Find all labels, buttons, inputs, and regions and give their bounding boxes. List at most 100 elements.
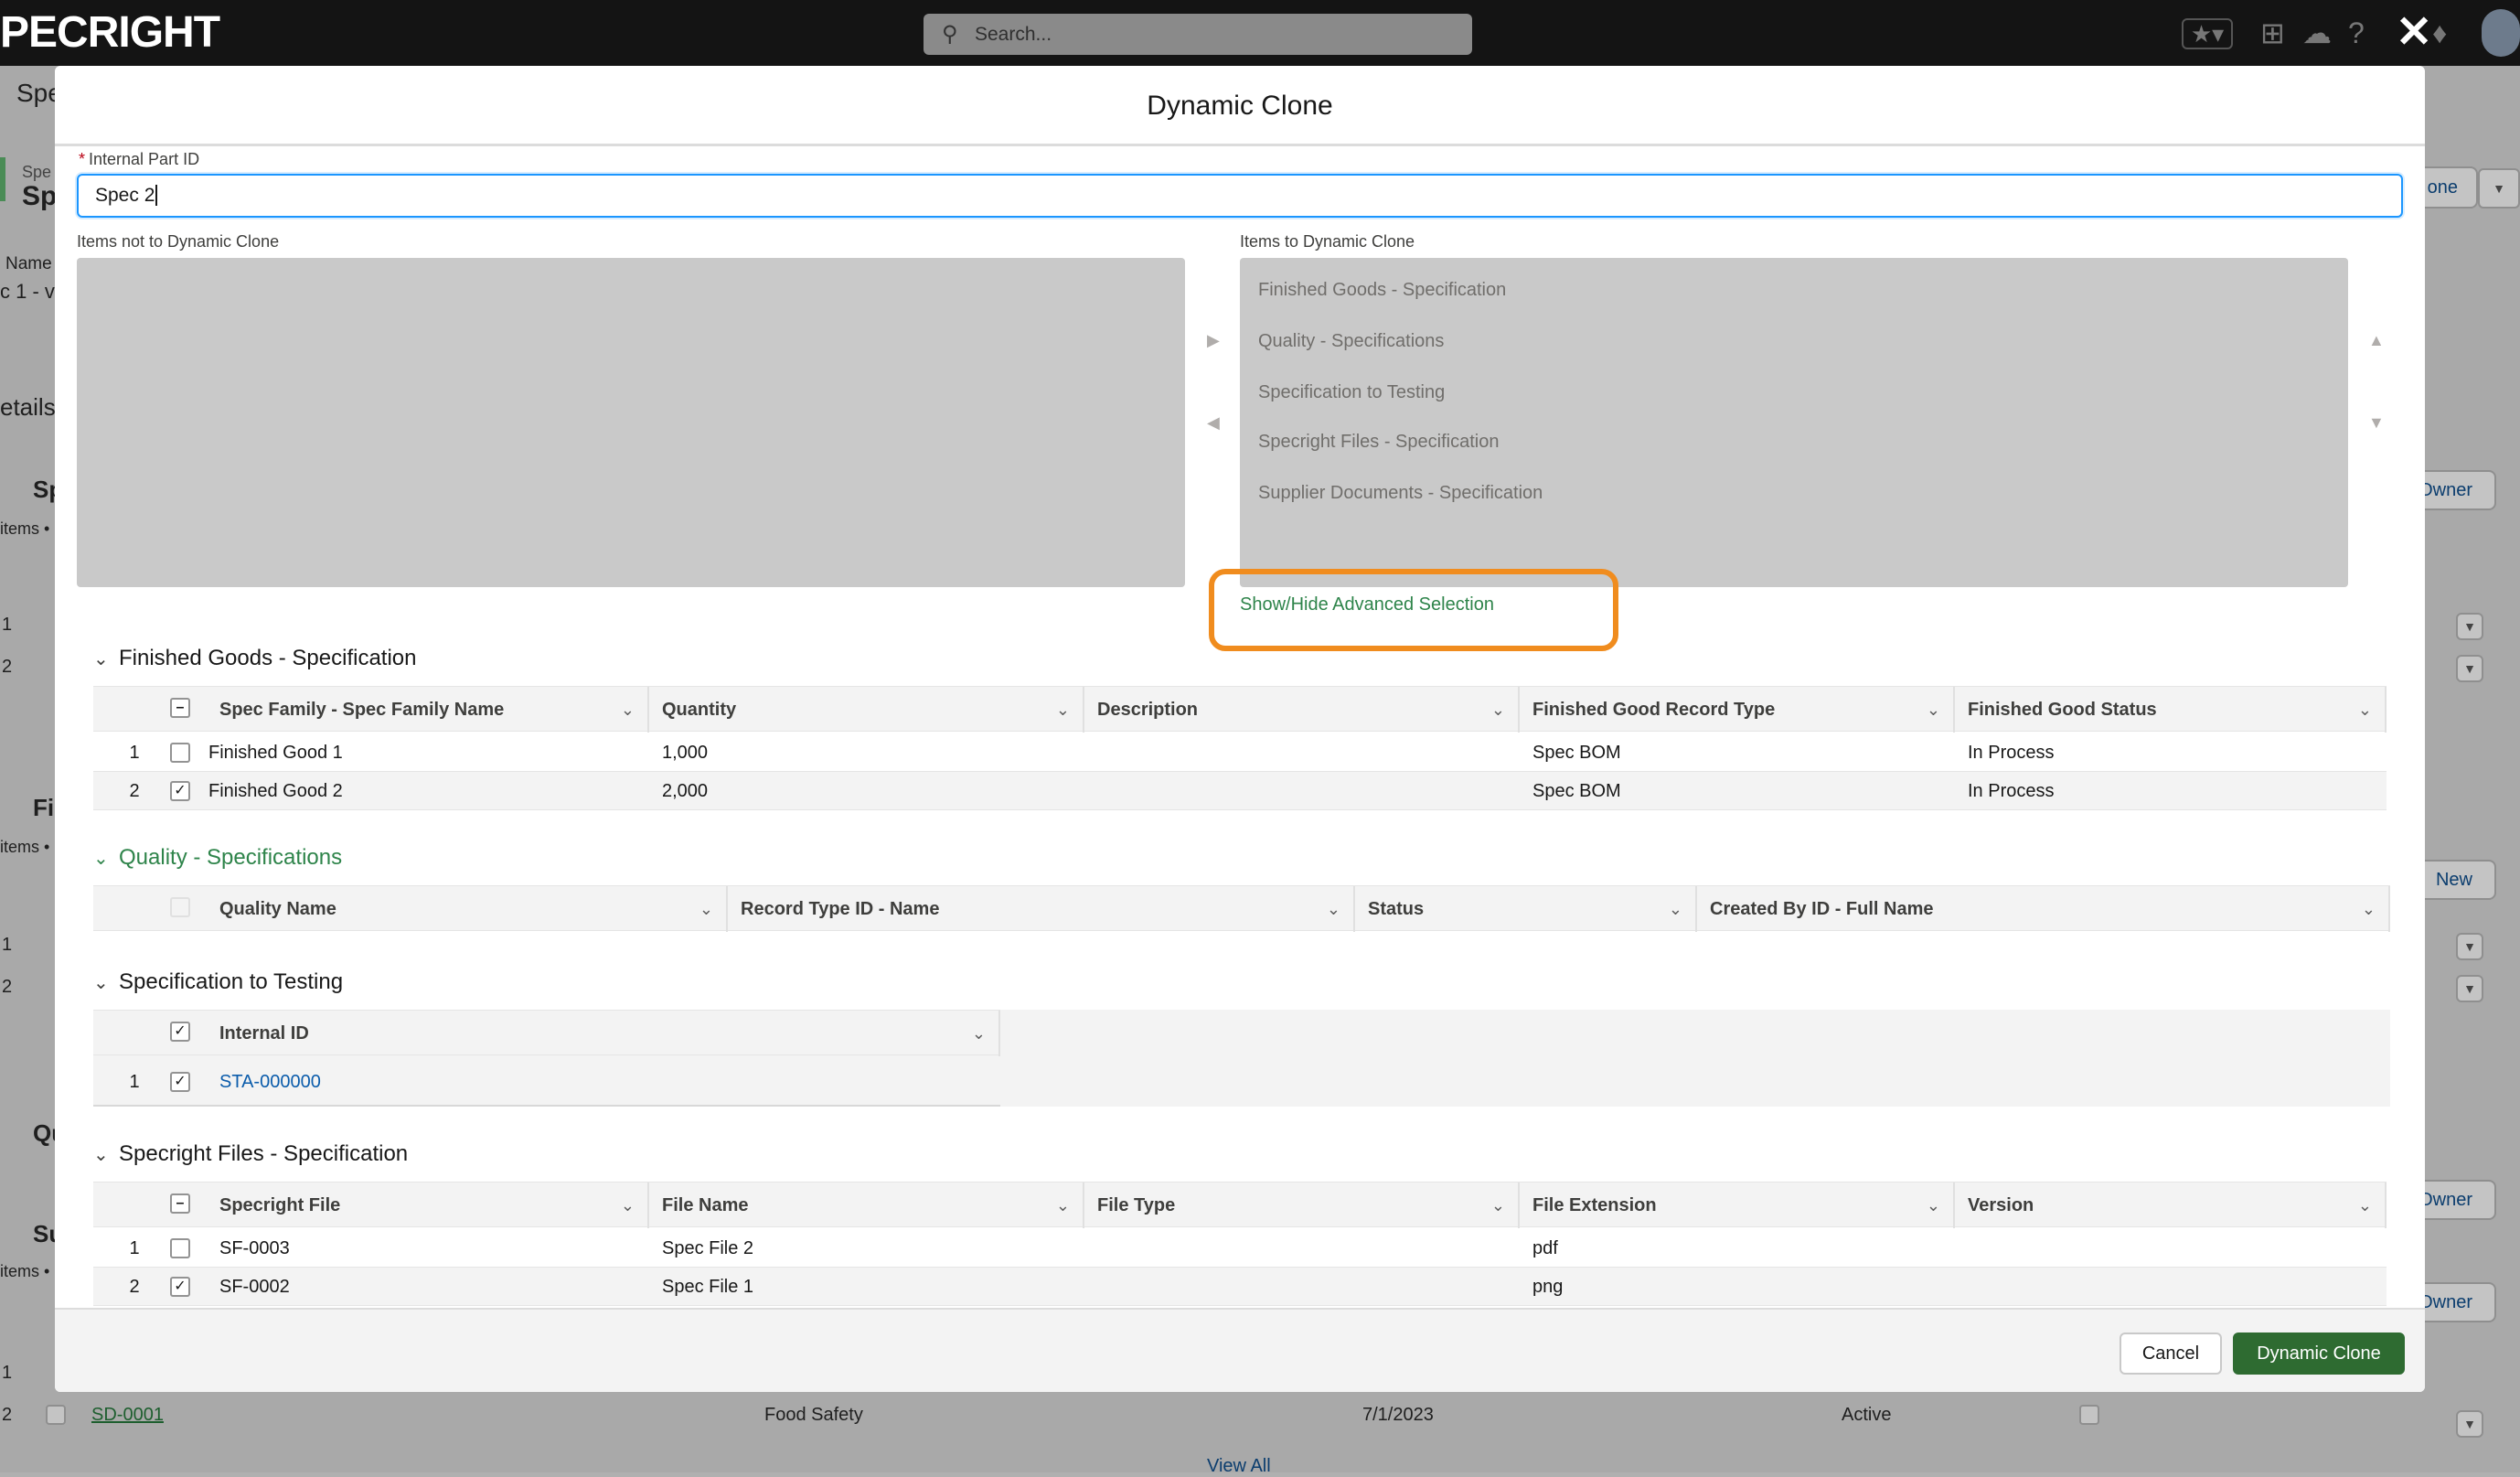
quality-section-header[interactable]: ⌄ Quality - Specifications (93, 845, 342, 871)
table-cell: Spec BOM (1532, 743, 1621, 763)
chevron-down-icon: ⌄ (93, 649, 109, 669)
chevron-down-icon[interactable]: ▼ (2456, 613, 2483, 640)
column-header[interactable]: File Extension ⌄ (1520, 1183, 1955, 1228)
chevron-down-icon[interactable]: ⌄ (1491, 687, 1505, 733)
table-cell: 1,000 (662, 743, 709, 763)
table-row: 1 Finished Good 1 1,000 Spec BOM In Proc… (93, 733, 2387, 772)
chevron-down-icon[interactable]: ⌄ (1491, 1183, 1505, 1228)
items-to-clone-listbox[interactable]: Finished Goods - Specification Quality -… (1240, 258, 2348, 587)
row-number: 2 (129, 1277, 140, 1297)
left-list-label: Items not to Dynamic Clone (77, 232, 280, 251)
chevron-down-icon[interactable]: ▼ (2456, 655, 2483, 682)
chevron-down-icon[interactable]: ⌄ (2362, 886, 2376, 932)
background-row-checkbox (2079, 1405, 2099, 1425)
move-up-icon[interactable]: ▲ (2368, 331, 2385, 350)
list-item[interactable]: Specright Files - Specification (1258, 432, 1499, 453)
chevron-down-icon[interactable]: ⌄ (1056, 687, 1070, 733)
column-header[interactable]: Description ⌄ (1084, 687, 1520, 733)
row-checkbox-checked[interactable]: ✓ (170, 1277, 190, 1297)
chevron-down-icon[interactable]: ⌄ (621, 1183, 635, 1228)
testing-table: ✓ Internal ID ⌄ 1 ✓ STA-000000 (93, 1010, 2390, 1107)
column-header[interactable]: Record Type ID - Name ⌄ (728, 886, 1355, 932)
background-row-number: 2 (2, 1405, 13, 1425)
search-placeholder: Search... (975, 24, 1052, 45)
section-title: Specright Files - Specification (119, 1141, 409, 1166)
column-header[interactable]: Created By ID - Full Name ⌄ (1697, 886, 2390, 932)
chevron-down-icon[interactable]: ▼ (2456, 975, 2483, 1002)
internal-part-id-input[interactable]: Spec 2 (77, 174, 2403, 218)
column-header[interactable]: File Name ⌄ (649, 1183, 1084, 1228)
chevron-down-icon[interactable]: ⌄ (1669, 886, 1682, 932)
modal-title: Dynamic Clone (55, 66, 2425, 146)
table-cell: In Process (1968, 781, 2055, 801)
move-right-icon[interactable]: ▶ (1207, 331, 1220, 350)
chevron-down-icon[interactable]: ⌄ (2358, 687, 2372, 733)
favorites-star-icon[interactable]: ★▾ (2182, 18, 2233, 49)
select-all-checkbox[interactable]: – (170, 698, 190, 718)
background-section-meta: items • (0, 1262, 50, 1280)
chevron-down-icon[interactable]: ⌄ (1927, 687, 1940, 733)
chevron-down-icon[interactable]: ⌄ (1927, 1183, 1940, 1228)
column-header[interactable]: Version ⌄ (1955, 1183, 2387, 1228)
dynamic-clone-button[interactable]: Dynamic Clone (2233, 1333, 2405, 1375)
chevron-down-icon[interactable]: ⌄ (2358, 1183, 2372, 1228)
list-item[interactable]: Specification to Testing (1258, 382, 1445, 403)
table-row: 1 ✓ STA-000000 (93, 1057, 1000, 1107)
trailhead-icon[interactable]: ☁ (2302, 18, 2332, 48)
items-not-to-clone-listbox[interactable] (77, 258, 1185, 587)
row-checkbox-checked[interactable]: ✓ (170, 1072, 190, 1092)
chevron-down-icon[interactable]: ⌄ (621, 687, 635, 733)
column-header[interactable]: Quality Name ⌄ (207, 886, 728, 932)
background-record-link[interactable]: SD-0001 (91, 1405, 164, 1426)
add-plus-icon[interactable]: ⊞ (2260, 18, 2285, 48)
help-icon[interactable]: ? (2348, 18, 2365, 48)
cancel-button[interactable]: Cancel (2120, 1333, 2222, 1375)
background-section-meta: items • (0, 838, 50, 856)
row-number: 1 (129, 1072, 140, 1092)
table-cell: SF-0002 (219, 1277, 290, 1297)
column-header[interactable]: Spec Family - Spec Family Name ⌄ (207, 687, 649, 733)
list-item[interactable]: Finished Goods - Specification (1258, 280, 1506, 301)
chevron-down-icon[interactable]: ▼ (2456, 1410, 2483, 1438)
select-all-checkbox[interactable]: – (170, 1193, 190, 1214)
finished-goods-section-header[interactable]: ⌄ Finished Goods - Specification (93, 646, 417, 671)
chevron-down-icon[interactable]: ▼ (2478, 168, 2520, 209)
show-hide-advanced-selection-link[interactable]: Show/Hide Advanced Selection (1240, 594, 1494, 615)
notifications-bell-icon[interactable]: ♦ (2432, 18, 2447, 48)
quality-table: Quality Name ⌄ Record Type ID - Name ⌄ Sta… (93, 885, 2390, 933)
row-checkbox[interactable] (170, 1238, 190, 1258)
chevron-down-icon[interactable]: ⌄ (1056, 1183, 1070, 1228)
close-icon[interactable]: ✕ (2396, 11, 2432, 55)
column-header[interactable]: Finished Good Record Type ⌄ (1520, 687, 1955, 733)
table-header: – Spec Family - Spec Family Name ⌄ Quanti… (93, 686, 2387, 733)
background-details-tab[interactable]: etails (0, 393, 56, 422)
table-cell: SF-0003 (219, 1238, 290, 1258)
column-header[interactable]: File Type ⌄ (1084, 1183, 1520, 1228)
row-checkbox[interactable] (170, 743, 190, 763)
select-all-checkbox-checked[interactable]: ✓ (170, 1022, 190, 1042)
background-row-checkbox[interactable] (46, 1405, 66, 1425)
chevron-down-icon[interactable]: ⌄ (972, 1011, 986, 1056)
column-header[interactable]: Specright File ⌄ (207, 1183, 649, 1228)
column-header[interactable]: Status ⌄ (1355, 886, 1697, 932)
column-header[interactable]: Finished Good Status ⌄ (1955, 687, 2387, 733)
list-item[interactable]: Quality - Specifications (1258, 331, 1444, 352)
move-down-icon[interactable]: ▼ (2368, 413, 2385, 433)
files-section-header[interactable]: ⌄ Specright Files - Specification (93, 1141, 408, 1167)
testing-record-link[interactable]: STA-000000 (219, 1057, 321, 1107)
row-checkbox-checked[interactable]: ✓ (170, 781, 190, 801)
background-record-status: Active (1842, 1405, 1892, 1425)
chevron-down-icon[interactable]: ⌄ (1327, 886, 1340, 932)
background-section-title: Fi (33, 794, 55, 821)
chevron-down-icon[interactable]: ▼ (2456, 933, 2483, 960)
global-search-input[interactable]: ⚲ Search... (924, 14, 1472, 55)
testing-section-header[interactable]: ⌄ Specification to Testing (93, 969, 343, 995)
move-left-icon[interactable]: ◀ (1207, 413, 1220, 433)
files-table: – Specright File ⌄ File Name ⌄ File Type ⌄ … (93, 1182, 2387, 1308)
list-item[interactable]: Supplier Documents - Specification (1258, 483, 1543, 504)
chevron-down-icon[interactable]: ⌄ (699, 886, 713, 932)
column-header[interactable]: Quantity ⌄ (649, 687, 1084, 733)
avatar[interactable] (2482, 9, 2520, 57)
column-header[interactable]: Internal ID ⌄ (207, 1011, 1000, 1056)
background-view-all-link[interactable]: View All (1207, 1456, 1271, 1477)
